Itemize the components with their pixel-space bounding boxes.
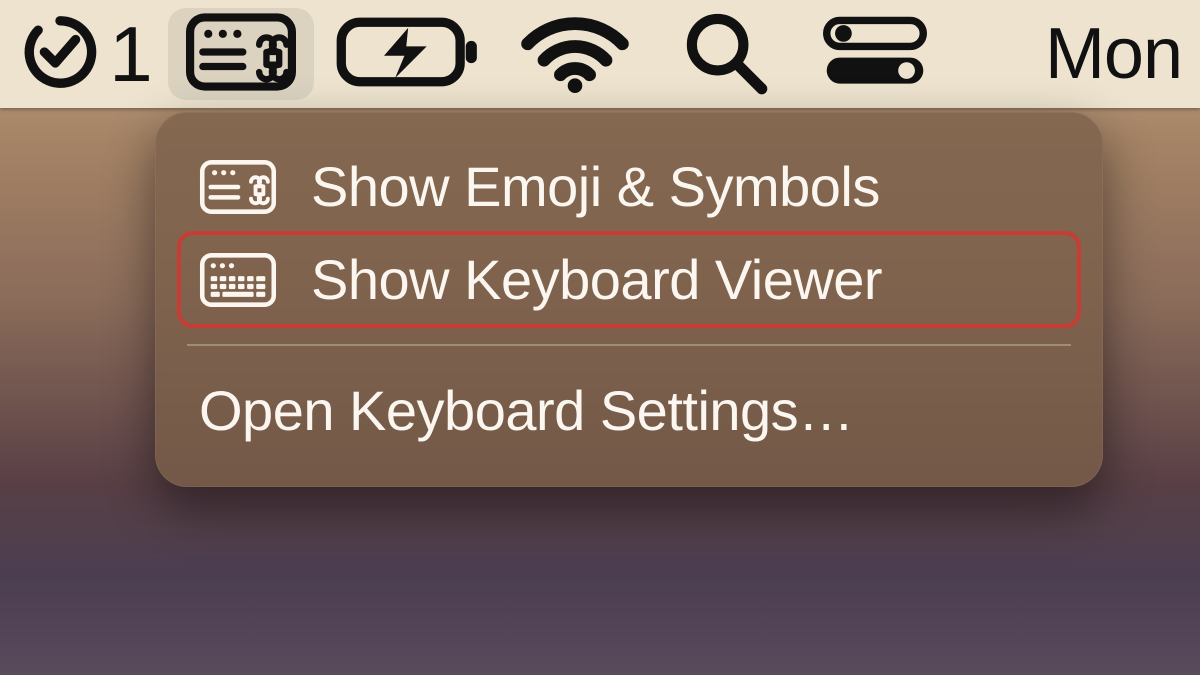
menubar-todo[interactable]: 1 [6, 0, 162, 108]
character-viewer-icon [199, 157, 277, 217]
menubar-clock-day[interactable]: Mon [1039, 0, 1190, 108]
menubar-input-menu[interactable] [168, 8, 314, 100]
menu-item-keyboard-settings[interactable]: Open Keyboard Settings… [179, 364, 1079, 457]
menu-separator [187, 344, 1071, 346]
menubar-wifi[interactable] [500, 0, 650, 108]
menubar: 1 [0, 0, 1200, 108]
menubar-battery[interactable] [320, 0, 500, 108]
input-menu-dropdown: Show Emoji & Symbols [155, 112, 1103, 487]
keyboard-viewer-icon [199, 250, 277, 310]
menu-item-label: Show Emoji & Symbols [311, 154, 880, 219]
battery-charging-icon [335, 13, 485, 96]
desktop-background: 1 [0, 0, 1200, 675]
search-icon [679, 6, 771, 103]
menu-item-label: Show Keyboard Viewer [311, 247, 882, 312]
input-menu-icon [186, 12, 296, 97]
control-center-icon [819, 13, 931, 96]
menubar-search[interactable] [650, 0, 800, 108]
menu-item-label: Open Keyboard Settings… [199, 378, 854, 443]
wifi-icon [515, 11, 635, 98]
todo-count: 1 [109, 9, 152, 100]
todo-check-icon [21, 13, 99, 96]
menu-item-emoji-symbols[interactable]: Show Emoji & Symbols [179, 140, 1079, 233]
menubar-control-center[interactable] [800, 0, 950, 108]
menu-item-keyboard-viewer[interactable]: Show Keyboard Viewer [179, 233, 1079, 326]
